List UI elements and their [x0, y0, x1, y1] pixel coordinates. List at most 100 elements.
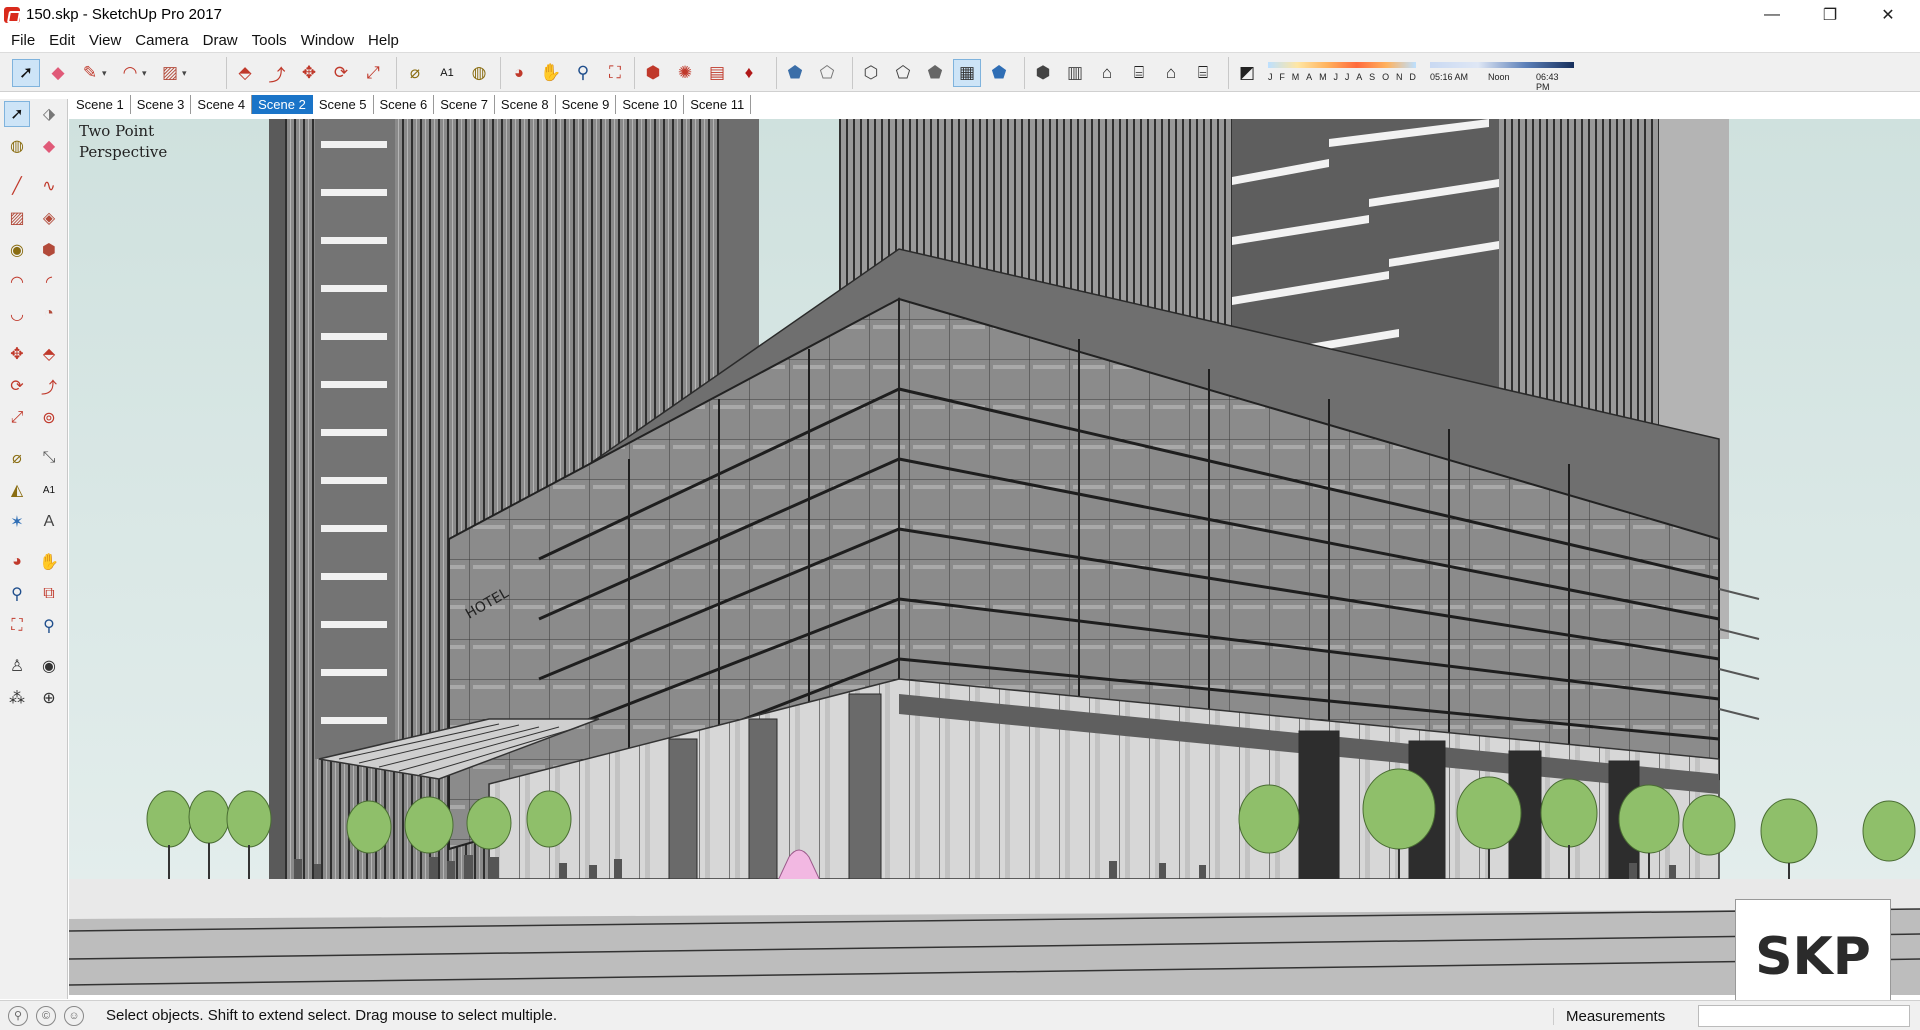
follow-me-icon[interactable]: ⤴	[36, 373, 62, 399]
menu-file[interactable]: File	[4, 32, 42, 49]
chevron-down-icon[interactable]: ▾	[102, 68, 112, 79]
zoom-extents-icon[interactable]: ⛶	[601, 59, 629, 87]
push-pull-icon[interactable]: ⬘	[231, 59, 259, 87]
section-plane-icon[interactable]: ⊕	[36, 685, 62, 711]
shadows-icon[interactable]: ◩	[1233, 59, 1261, 87]
back-edges-icon[interactable]: ⬠	[813, 59, 841, 87]
top-view-icon[interactable]: ▥	[1061, 59, 1089, 87]
push-pull-icon[interactable]: ⬘	[36, 341, 62, 367]
eraser-icon[interactable]: ◆	[44, 59, 72, 87]
front-view-icon[interactable]: ⌂	[1093, 59, 1121, 87]
right-view-icon[interactable]: ⌸	[1125, 59, 1153, 87]
circle-icon[interactable]: ◉	[4, 237, 30, 263]
scene-tab[interactable]: Scene 4	[191, 94, 253, 114]
extension-warehouse-icon[interactable]: ✺	[671, 59, 699, 87]
paint-bucket-icon[interactable]: ◍	[4, 133, 30, 159]
orbit-icon[interactable]: ◕	[4, 549, 30, 575]
scene-tab[interactable]: Scene 7	[434, 94, 495, 114]
month-slider[interactable]	[1268, 62, 1416, 68]
arc-icon[interactable]: ◠	[116, 59, 144, 87]
select-icon[interactable]: ➚	[4, 101, 30, 127]
walk-icon[interactable]: ⁂	[4, 685, 30, 711]
scene-tab[interactable]: Scene 6	[374, 94, 435, 114]
pan-icon[interactable]: ✋	[537, 59, 565, 87]
menu-window[interactable]: Window	[294, 32, 361, 49]
monochrome-icon[interactable]: ⬟	[985, 59, 1013, 87]
layout-icon[interactable]: ▤	[703, 59, 731, 87]
offset-icon[interactable]: ⊚	[36, 405, 62, 431]
xray-icon[interactable]: ⬟	[781, 59, 809, 87]
shaded-textures-icon[interactable]: ▦	[953, 59, 981, 87]
3d-text-icon[interactable]: A	[36, 509, 62, 535]
chevron-down-icon[interactable]: ▾	[182, 68, 192, 79]
paint-bucket-icon[interactable]: ◍	[465, 59, 493, 87]
rectangle-icon[interactable]: ▨	[4, 205, 30, 231]
tape-measure-icon[interactable]: ⌀	[4, 445, 30, 471]
look-around-icon[interactable]: ◉	[36, 653, 62, 679]
three-point-arc-icon[interactable]: ◡	[4, 301, 30, 327]
pan-icon[interactable]: ✋	[36, 549, 62, 575]
zoom-window-icon[interactable]: ⧉	[36, 581, 62, 607]
menu-help[interactable]: Help	[361, 32, 406, 49]
position-camera-icon[interactable]: ♙	[4, 653, 30, 679]
back-view-icon[interactable]: ⌂	[1157, 59, 1185, 87]
left-view-icon[interactable]: ⌸	[1189, 59, 1217, 87]
follow-me-icon[interactable]: ⤴	[263, 59, 291, 87]
scene-tab[interactable]: Scene 1	[70, 94, 131, 114]
zoom-icon[interactable]: ⚲	[569, 59, 597, 87]
polygon-icon[interactable]: ⬢	[36, 237, 62, 263]
rectangle-icon[interactable]: ▨	[156, 59, 184, 87]
arc-icon[interactable]: ◠	[4, 269, 30, 295]
zoom-icon[interactable]: ⚲	[4, 581, 30, 607]
zoom-extents-icon[interactable]: ⛶	[4, 613, 30, 639]
chevron-down-icon[interactable]: ▾	[142, 68, 152, 79]
credits-icon[interactable]: ©	[36, 1005, 56, 1026]
wireframe-icon[interactable]: ⬡	[857, 59, 885, 87]
time-slider[interactable]	[1430, 62, 1574, 68]
eraser-icon[interactable]: ◆	[36, 133, 62, 159]
shaded-icon[interactable]: ⬟	[921, 59, 949, 87]
rotated-rectangle-icon[interactable]: ◈	[36, 205, 62, 231]
orbit-icon[interactable]: ◕	[505, 59, 533, 87]
menu-tools[interactable]: Tools	[245, 32, 294, 49]
rotate-icon[interactable]: ⟳	[327, 59, 355, 87]
minimize-button[interactable]: —	[1743, 0, 1801, 29]
text-icon[interactable]: A1	[433, 59, 461, 87]
ruby-icon[interactable]: ♦	[735, 59, 763, 87]
scene-tab[interactable]: Scene 8	[495, 94, 556, 114]
pie-icon[interactable]: ◔	[36, 301, 62, 327]
menu-view[interactable]: View	[82, 32, 128, 49]
close-button[interactable]: ✕	[1859, 0, 1917, 29]
scene-tab[interactable]: Scene 10	[616, 94, 685, 114]
select-icon[interactable]: ➚	[12, 59, 40, 87]
menu-camera[interactable]: Camera	[128, 32, 195, 49]
geo-location-icon[interactable]: ⚲	[8, 1005, 28, 1026]
protractor-icon[interactable]: ◭	[4, 477, 30, 503]
scale-icon[interactable]: ⤢	[359, 59, 387, 87]
restore-button[interactable]: ❐	[1801, 0, 1859, 29]
modeling-viewport[interactable]: HOTEL Two Point Perspective	[69, 119, 1920, 995]
menu-edit[interactable]: Edit	[42, 32, 82, 49]
freehand-icon[interactable]: ∿	[36, 173, 62, 199]
dimension-icon[interactable]: ⤡	[36, 445, 62, 471]
hidden-line-icon[interactable]: ⬠	[889, 59, 917, 87]
warehouse-icon[interactable]: ⬢	[639, 59, 667, 87]
scene-tab[interactable]: Scene 5	[313, 94, 374, 114]
rotate-icon[interactable]: ⟳	[4, 373, 30, 399]
scene-tab[interactable]: Scene 2	[252, 94, 313, 114]
menu-draw[interactable]: Draw	[196, 32, 245, 49]
scale-icon[interactable]: ⤢	[4, 405, 30, 431]
axes-icon[interactable]: ✶	[4, 509, 30, 535]
scene-tab[interactable]: Scene 9	[556, 94, 617, 114]
scene-tab[interactable]: Scene 3	[131, 94, 192, 114]
scene-tab[interactable]: Scene 11	[684, 94, 752, 114]
line-icon[interactable]: ╱	[4, 173, 30, 199]
tape-measure-icon[interactable]: ⌀	[401, 59, 429, 87]
user-icon[interactable]: ☺	[64, 1005, 84, 1026]
measurements-input[interactable]	[1698, 1005, 1910, 1027]
previous-view-icon[interactable]: ⚲	[36, 613, 62, 639]
text-icon[interactable]: A1	[36, 477, 62, 503]
move-icon[interactable]: ✥	[295, 59, 323, 87]
pencil-icon[interactable]: ✎	[76, 59, 104, 87]
move-icon[interactable]: ✥	[4, 341, 30, 367]
